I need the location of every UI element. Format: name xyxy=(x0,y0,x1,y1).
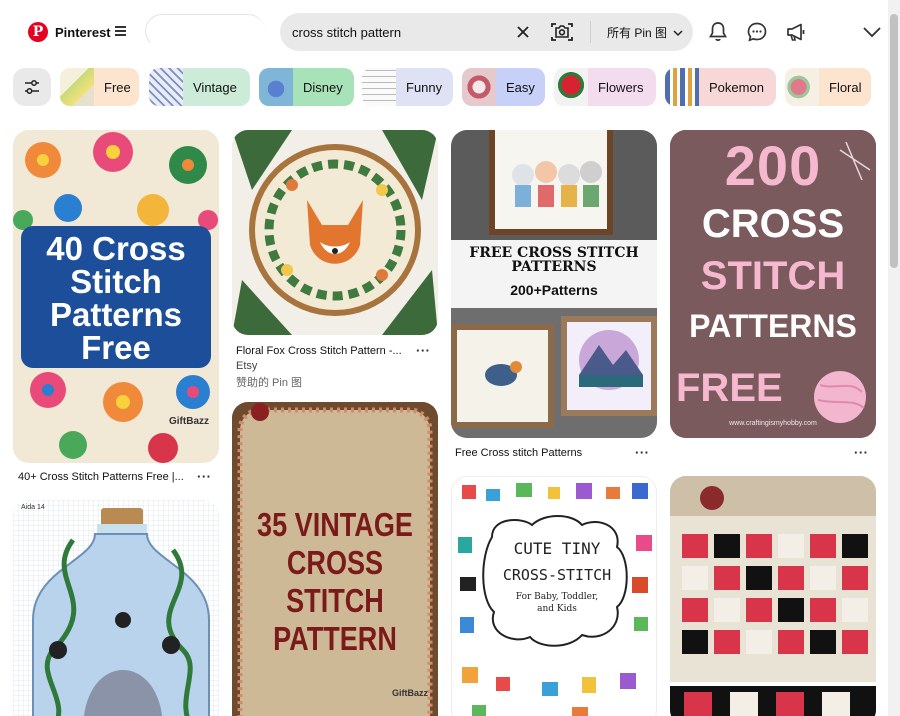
chevron-down-icon xyxy=(673,29,683,36)
chip-vintage[interactable]: Vintage xyxy=(149,68,250,106)
pin-source[interactable]: Etsy xyxy=(236,360,257,372)
pin-image[interactable]: 40 Cross Stitch Patterns Free GiftBazz xyxy=(13,130,219,463)
pin-image-title: 40 Cross Stitch Patterns Free xyxy=(46,230,186,366)
pinterest-logo[interactable]: Pinterest xyxy=(28,22,111,42)
pin-image-number: 200 xyxy=(724,134,822,197)
totoro-bottle-pattern-image xyxy=(13,500,219,716)
chip-thumbnail xyxy=(362,68,396,106)
chip-label: Vintage xyxy=(193,79,237,95)
logo-text: Pinterest xyxy=(55,24,111,40)
sponsored-label: 赞助的 Pin 图 xyxy=(236,377,303,389)
fabric-label: Aida 14 xyxy=(21,504,45,511)
bell-icon[interactable] xyxy=(706,20,730,44)
chip-label: Flowers xyxy=(598,79,644,95)
watermark: GiftBazz xyxy=(169,416,209,427)
pinterest-logo-icon xyxy=(28,22,48,42)
chip-thumbnail xyxy=(665,68,699,106)
pin-image-title: CROSS xyxy=(701,202,845,246)
more-options-button[interactable]: ··· xyxy=(635,445,650,460)
pin-image[interactable] xyxy=(670,476,876,716)
pin-title[interactable]: 40+ Cross Stitch Patterns Free |... xyxy=(18,471,193,483)
chip-label: Floral xyxy=(829,79,862,95)
pin-image-title: FREE xyxy=(676,366,783,410)
scrollbar-thumb[interactable] xyxy=(890,14,898,268)
search-input[interactable] xyxy=(292,22,502,42)
chip-easy[interactable]: Easy xyxy=(462,68,545,106)
chat-icon[interactable] xyxy=(745,20,769,44)
search-bar: 所有 Pin 图 xyxy=(280,13,693,51)
chip-label: Funny xyxy=(406,79,443,95)
search-divider xyxy=(590,21,591,43)
chip-free[interactable]: Free xyxy=(60,68,139,106)
pin-image-title: FREE CROSS STITCH PATTERNS xyxy=(469,245,639,275)
chip-funny[interactable]: Funny xyxy=(362,68,453,106)
chip-thumbnail xyxy=(149,68,183,106)
scope-dropdown[interactable]: 所有 Pin 图 xyxy=(607,24,683,41)
pin-image[interactable] xyxy=(232,130,438,335)
chip-thumbnail xyxy=(554,68,588,106)
chip-label: Easy xyxy=(506,79,535,95)
pin-image-title: CUTE TINY CROSS-STITCH For Baby, Toddler… xyxy=(502,539,612,614)
pin-image[interactable]: FREE CROSS STITCH PATTERNS 200+Patterns xyxy=(451,130,657,438)
cat-pattern-fabric-image xyxy=(670,476,876,716)
sliders-icon xyxy=(25,80,39,94)
pin-title[interactable]: Free Cross stitch Patterns xyxy=(455,447,630,459)
watermark: GiftBazz xyxy=(392,688,428,698)
filters-button[interactable] xyxy=(13,68,51,106)
megaphone-icon[interactable] xyxy=(784,20,808,44)
scope-label: 所有 Pin 图 xyxy=(607,26,668,40)
pin-image[interactable]: CUTE TINY CROSS-STITCH For Baby, Toddler… xyxy=(451,476,657,716)
pin-image[interactable]: 200 CROSS STITCH PATTERNS FREE www.craft… xyxy=(670,130,876,438)
pin-title[interactable]: Floral Fox Cross Stitch Pattern -... xyxy=(236,345,408,357)
chevron-down-icon[interactable] xyxy=(860,20,884,44)
chip-thumbnail xyxy=(60,68,94,106)
pin-image-title: PATTERNS xyxy=(689,308,857,344)
chip-label: Pokemon xyxy=(709,79,764,95)
pin-image-url: www.craftingismyhobby.com xyxy=(729,420,817,427)
pin-image-title: STITCH xyxy=(700,254,846,298)
chip-floral[interactable]: Floral xyxy=(785,68,871,106)
chip-pokemon[interactable]: Pokemon xyxy=(665,68,776,106)
menu-icon[interactable] xyxy=(115,26,126,37)
more-options-button[interactable]: ··· xyxy=(197,469,212,484)
chip-thumbnail xyxy=(462,68,496,106)
chip-label: Disney xyxy=(303,79,343,95)
pin-image-subtitle: 200+Patterns xyxy=(510,282,598,298)
close-icon[interactable] xyxy=(515,24,531,40)
pin-image[interactable]: 35 VINTAGE CROSS STITCH PATTERN GiftBazz xyxy=(232,402,438,716)
chip-label: Free xyxy=(104,79,131,95)
nav-tab[interactable] xyxy=(145,14,265,48)
more-options-button[interactable]: ··· xyxy=(416,343,431,358)
pin-image[interactable]: Aida 14 xyxy=(13,500,219,716)
pin-image-title: 35 VINTAGE CROSS STITCH PATTERN xyxy=(257,506,413,657)
chip-flowers[interactable]: Flowers xyxy=(554,68,656,106)
chip-thumbnail xyxy=(259,68,293,106)
top-header: Pinterest 所有 Pin 图 xyxy=(0,0,888,64)
chip-thumbnail xyxy=(785,68,819,106)
floral-fox-hoop-image xyxy=(232,130,438,335)
chip-disney[interactable]: Disney xyxy=(259,68,354,106)
camera-search-icon[interactable] xyxy=(550,21,574,43)
more-options-button[interactable]: ··· xyxy=(854,445,869,460)
